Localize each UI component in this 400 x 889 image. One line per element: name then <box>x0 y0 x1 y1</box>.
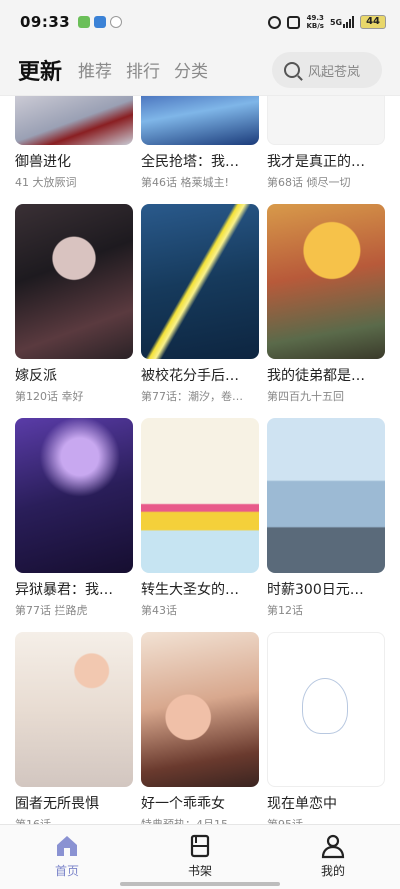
comic-cover <box>267 96 385 145</box>
comic-latest-chapter: 第16话 <box>15 816 133 824</box>
comic-latest-chapter: 第46话 格莱城主! <box>141 176 229 189</box>
comic-latest-chapter: 第43话 <box>141 604 177 617</box>
comic-grid: 御兽进化 41 大放厥词 全民抢塔：我… 第46话 格莱城主! 我才是真正的… … <box>0 96 400 824</box>
message-notification-icon <box>94 16 107 28</box>
nav-profile[interactable]: 我的 <box>293 833 373 879</box>
comic-cover <box>15 632 133 787</box>
search-icon <box>284 62 300 78</box>
app-notification-icon <box>78 16 91 28</box>
bookshelf-icon <box>187 833 213 859</box>
comic-card[interactable]: 御兽进化 41 大放厥词 <box>15 96 133 189</box>
search-box[interactable]: 风起苍岚 <box>272 52 382 88</box>
location-notification-icon <box>110 16 123 28</box>
comic-cover <box>267 632 385 787</box>
comic-card[interactable]: 嫁反派 第120话 幸好 <box>15 204 133 403</box>
nav-profile-label: 我的 <box>320 864 345 878</box>
comic-latest-chapter: 第120话 幸好 <box>15 390 84 403</box>
comic-title: 好一个乖乖女 <box>141 796 225 812</box>
comic-latest-chapter: 第四百九十五回 <box>267 390 344 403</box>
net-speed: 49.3 KB/s <box>306 14 324 30</box>
comic-title: 我才是真正的… <box>267 154 365 170</box>
comic-cover <box>141 632 259 787</box>
comic-cover <box>15 96 133 145</box>
gesture-bar[interactable] <box>120 882 280 886</box>
status-bar: 09:33 49.3 KB/s 5G 44 <box>0 0 400 44</box>
comic-card[interactable]: 被校花分手后… 第77话：潮汐，卷… <box>141 204 259 403</box>
comic-title: 转生大圣女的… <box>141 582 239 598</box>
comic-title: 异狱暴君：我… <box>15 582 113 598</box>
comic-title: 时薪300日元… <box>267 582 364 598</box>
nav-home-label: 首页 <box>54 864 79 878</box>
tab-updates[interactable]: 更新 <box>18 54 62 86</box>
comic-cover <box>141 96 259 145</box>
comic-card[interactable]: 转生大圣女的… 第43话 <box>141 418 259 617</box>
nav-bookshelf[interactable]: 书架 <box>160 833 240 879</box>
search-placeholder: 风起苍岚 <box>308 64 361 80</box>
tab-category[interactable]: 分类 <box>174 57 208 82</box>
top-nav: 更新 推荐 排行 分类 风起苍岚 <box>0 44 400 96</box>
app-screen: 09:33 49.3 KB/s 5G 44 更新 推荐 排行 分类 风起苍岚 御… <box>0 0 400 889</box>
comic-latest-chapter: 第68话 倾尽一切 <box>267 176 351 189</box>
comic-title: 我的徒弟都是… <box>267 368 365 384</box>
mute-icon <box>287 15 301 29</box>
bottom-nav: 首页 书架 我的 <box>0 824 400 889</box>
comic-latest-chapter: 第12话 <box>267 604 303 617</box>
comic-latest-chapter: 特典预热：4月15… <box>141 816 259 824</box>
comic-cover <box>15 204 133 359</box>
alarm-icon <box>268 15 282 29</box>
comic-card[interactable]: 现在单恋中 第95话 <box>267 632 385 824</box>
battery-indicator: 44 <box>360 15 386 29</box>
comic-card[interactable]: 我才是真正的… 第68话 倾尽一切 <box>267 96 385 189</box>
comic-title: 嫁反派 <box>15 368 57 384</box>
signal-bars-icon <box>343 16 355 28</box>
tab-recommend[interactable]: 推荐 <box>78 57 112 82</box>
comic-title: 囿者无所畏惧 <box>15 796 99 812</box>
comic-latest-chapter: 第77话：潮汐，卷… <box>141 390 243 403</box>
comic-card[interactable]: 时薪300日元… 第12话 <box>267 418 385 617</box>
comic-latest-chapter: 41 大放厥词 <box>15 176 77 189</box>
sketch-figure <box>302 678 348 734</box>
nav-home[interactable]: 首页 <box>27 833 107 879</box>
comic-title: 被校花分手后… <box>141 368 239 384</box>
notification-icons <box>78 16 123 28</box>
comic-latest-chapter: 第77话 拦路虎 <box>15 604 88 617</box>
comic-title: 御兽进化 <box>15 154 71 170</box>
comic-cover <box>267 418 385 573</box>
tab-ranking[interactable]: 排行 <box>126 57 160 82</box>
home-icon <box>54 833 80 859</box>
comic-card[interactable]: 囿者无所畏惧 第16话 <box>15 632 133 824</box>
comic-cover <box>141 418 259 573</box>
comic-card[interactable]: 异狱暴君：我… 第77话 拦路虎 <box>15 418 133 617</box>
signal-indicator: 5G <box>330 16 355 28</box>
profile-icon <box>320 833 346 859</box>
comic-card[interactable]: 好一个乖乖女 特典预热：4月15… <box>141 632 259 824</box>
comic-cover <box>267 204 385 359</box>
comic-cover <box>15 418 133 573</box>
comic-card[interactable]: 我的徒弟都是… 第四百九十五回 <box>267 204 385 403</box>
comic-title: 现在单恋中 <box>267 796 337 812</box>
nav-bookshelf-label: 书架 <box>187 864 212 878</box>
comic-title: 全民抢塔：我… <box>141 154 239 170</box>
status-time: 09:33 <box>20 13 71 31</box>
comic-card[interactable]: 全民抢塔：我… 第46话 格莱城主! <box>141 96 259 189</box>
comic-latest-chapter: 第95话 <box>267 816 385 824</box>
comic-cover <box>141 204 259 359</box>
